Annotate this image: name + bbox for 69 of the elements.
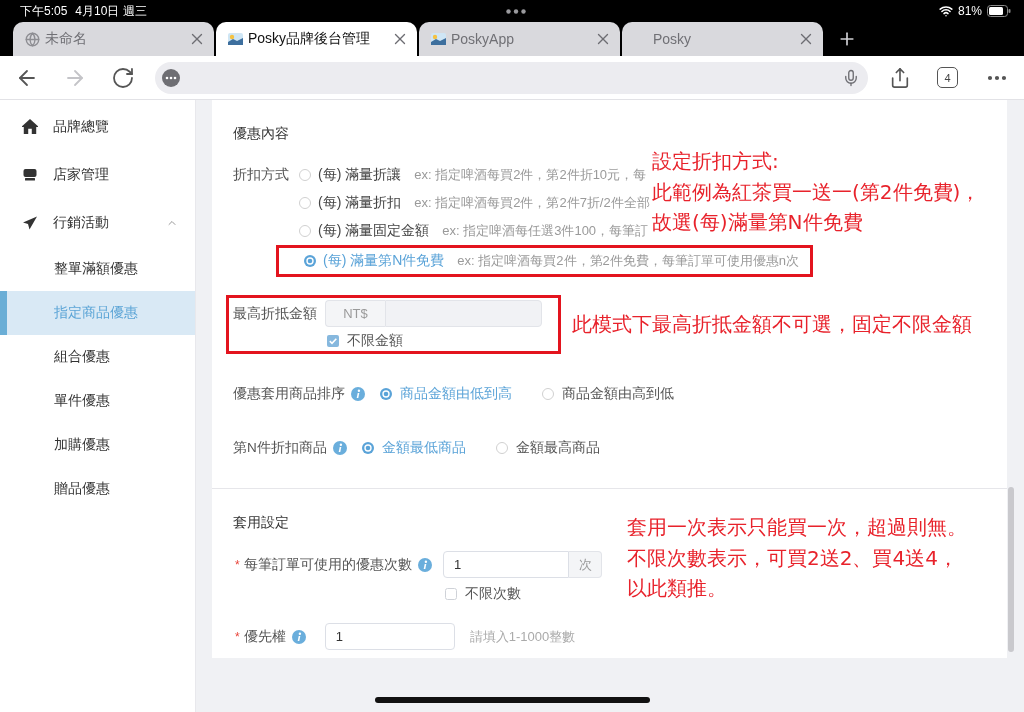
tab-count-button[interactable]: 4 [937, 67, 958, 88]
sidebar-subitem[interactable]: 加購優惠 [0, 423, 195, 467]
wifi-icon [938, 4, 953, 18]
example-text: ex: 指定啤酒每買2件，第2件免費，每筆訂單可使用優惠n次 [457, 252, 799, 270]
browser-tab[interactable]: Posky [622, 22, 823, 56]
battery-percentage: 81% [957, 4, 982, 18]
radio-button[interactable] [304, 255, 316, 267]
browser-tab[interactable]: 未命名 [13, 22, 214, 56]
section-title: 優惠內容 [233, 124, 289, 143]
radio-label[interactable]: (每) 滿量固定金額 [318, 222, 430, 240]
field-label: 每筆訂單可使用的優惠次數 [243, 555, 412, 574]
multitask-dots-icon[interactable] [505, 8, 526, 14]
home-icon [22, 119, 38, 135]
field-label: 折扣方式 [233, 166, 289, 184]
globe-icon [25, 31, 40, 47]
annotation-note: 套用一次表示只能買一次，超過則無。 不限次數表示，可買2送2、買4送4， 以此類推。 [627, 514, 967, 602]
example-text: ex: 指定啤酒每買2件，第2件7折/2件全部 [414, 194, 650, 212]
browser-tab[interactable]: PoskyApp [419, 22, 620, 56]
browser-tab[interactable]: Posky品牌後台管理 [216, 22, 417, 56]
field-label: 優惠套用商品排序 [233, 385, 345, 403]
hint-text: 請填入1-1000整數 [469, 627, 576, 646]
landscape-icon [228, 33, 243, 45]
sidebar-subitem[interactable]: 贈品優惠 [0, 467, 195, 511]
battery-icon [987, 5, 1011, 17]
status-time: 下午5:05 [20, 4, 68, 18]
info-icon[interactable] [417, 557, 432, 572]
radio-label[interactable]: (每) 滿量折扣 [318, 194, 402, 212]
scrollbar[interactable] [1008, 487, 1014, 652]
checkbox[interactable] [445, 587, 457, 600]
info-icon[interactable] [351, 387, 365, 401]
annotation-note: 此模式下最高折抵金額不可選，固定不限金額 [572, 311, 972, 338]
field-label: 第N件折扣商品 [233, 439, 327, 457]
info-icon[interactable] [291, 629, 306, 644]
sidebar-item[interactable]: 行銷活動 [0, 199, 195, 247]
paper-plane-icon [22, 215, 38, 231]
example-text: ex: 指定啤酒每買2件，第2件折10元，每 [414, 166, 647, 184]
sidebar-item[interactable]: 店家管理 [0, 151, 195, 199]
radio-label[interactable]: 金額最高商品 [515, 439, 600, 457]
currency-addon: NT$ [325, 300, 385, 327]
radio-button[interactable] [361, 442, 374, 454]
sidebar-subitem[interactable]: 整單滿額優惠 [0, 247, 195, 291]
status-date: 4月10日 週三 [75, 4, 147, 18]
uses-field[interactable]: 1 [443, 551, 569, 578]
sidebar-item[interactable]: 品牌總覽 [0, 103, 195, 151]
priority-field[interactable]: 1 [324, 623, 455, 650]
unit-addon: 次 [569, 551, 602, 578]
section-title: 套用設定 [233, 513, 289, 532]
radio-button[interactable] [299, 169, 311, 181]
sidebar-subitem[interactable]: 單件優惠 [0, 379, 195, 423]
checkbox-label[interactable]: 不限次數 [465, 584, 521, 603]
landscape-icon [431, 33, 446, 45]
reload-icon[interactable] [110, 65, 135, 90]
radio-label[interactable]: 商品金額由高到低 [562, 385, 674, 403]
ellipsis-circle-icon[interactable] [161, 68, 180, 87]
radio-label[interactable]: (每) 滿量折讓 [318, 166, 402, 184]
radio-button[interactable] [380, 388, 392, 400]
field-label: 優先權 [243, 627, 286, 646]
radio-button[interactable] [495, 442, 508, 454]
radio-button[interactable] [542, 388, 554, 400]
field-label: 最高折抵金額 [233, 304, 318, 323]
annotation-note: 設定折扣方式: 此範例為紅茶買一送一(第2件免費)， 故選(每)滿量第N件免費 [652, 148, 981, 236]
required-mark: * [235, 557, 240, 572]
radio-button[interactable] [299, 197, 311, 209]
sidebar-subitem[interactable]: 組合優惠 [0, 335, 195, 379]
radio-button[interactable] [299, 225, 311, 237]
required-mark: * [235, 629, 240, 644]
info-icon[interactable] [332, 441, 347, 455]
monitor-icon [22, 167, 38, 183]
example-text: ex: 指定啤酒每任選3件100，每筆訂 [442, 222, 649, 240]
